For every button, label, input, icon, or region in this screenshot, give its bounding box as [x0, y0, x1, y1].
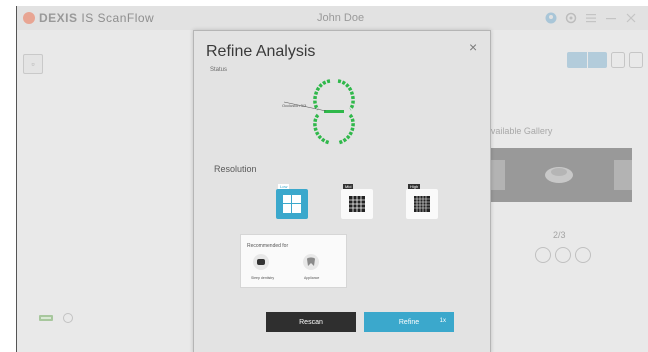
recommended-caption: Appliance [304, 276, 320, 280]
tooth-mode-icon[interactable] [61, 313, 75, 323]
refine-button[interactable]: Refine 1x [364, 312, 454, 332]
side-toolbar-button[interactable]: ▫ [23, 54, 43, 74]
high-grid-icon [414, 196, 430, 212]
app-brand: DEXIS IS ScanFlow [39, 11, 154, 25]
dental-arch-icon [283, 79, 355, 145]
rescan-button[interactable]: Rescan [266, 312, 356, 332]
resolution-low-option[interactable]: Low [276, 184, 308, 219]
patient-name: John Doe [317, 12, 365, 24]
sleep-device-icon [253, 254, 269, 270]
dialog-title: Refine Analysis [206, 43, 316, 60]
status-label: Status [210, 67, 228, 73]
close-window-icon[interactable] [625, 12, 637, 24]
scanner-icon[interactable] [39, 313, 53, 323]
resolution-tag: High [408, 184, 421, 189]
view-toggle-group[interactable] [567, 52, 607, 68]
arch-annotation: Occlusion 3/3 [282, 103, 307, 108]
refine-analysis-dialog: Refine Analysis × Status Occlusion 3/3 R… [193, 30, 491, 352]
occlusion-status-graphic: Occlusion 3/3 [254, 77, 374, 152]
gallery-counter: 2/3 [553, 230, 566, 240]
delete-scan-icon[interactable] [535, 247, 551, 263]
title-bar: DEXIS IS ScanFlow John Doe [17, 6, 648, 30]
recommended-panel: Recommended for Sleep dentistry Applianc… [240, 234, 347, 288]
resolution-mid-option[interactable]: Mid [341, 184, 373, 219]
resolution-high-option[interactable]: High [406, 184, 438, 219]
recommended-caption: Sleep dentistry [251, 276, 275, 280]
gallery-label: Available Gallery [485, 126, 553, 136]
low-grid-icon [283, 195, 301, 213]
app-window: DEXIS IS ScanFlow John Doe ▫ Available G… [16, 6, 648, 352]
resolution-label: Resolution [214, 164, 257, 174]
settings-icon[interactable] [565, 12, 577, 24]
tooth-appliance-icon [303, 254, 319, 270]
rotate-scan-icon[interactable] [555, 247, 571, 263]
resolution-tag: Low [278, 184, 290, 189]
refresh-scan-icon[interactable] [575, 247, 591, 263]
refine-count: 1x [439, 318, 446, 324]
refine-label: Refine [398, 318, 420, 326]
gallery-next-button[interactable] [614, 160, 632, 190]
split-view-icon[interactable] [629, 52, 643, 68]
brand-name: DEXIS [39, 11, 78, 25]
recommended-title: Recommended for [247, 243, 289, 249]
profile-icon[interactable] [545, 12, 557, 24]
brand-product: IS ScanFlow [81, 11, 155, 25]
scan-thumbnail-icon[interactable] [541, 160, 577, 188]
layout-icon[interactable] [611, 52, 625, 68]
mid-grid-icon [349, 196, 365, 212]
resolution-tag: Mid [343, 184, 354, 189]
close-icon[interactable]: × [469, 39, 477, 55]
menu-icon[interactable] [585, 12, 597, 24]
dexis-logo-icon [23, 12, 35, 24]
minimize-icon[interactable] [605, 12, 617, 24]
